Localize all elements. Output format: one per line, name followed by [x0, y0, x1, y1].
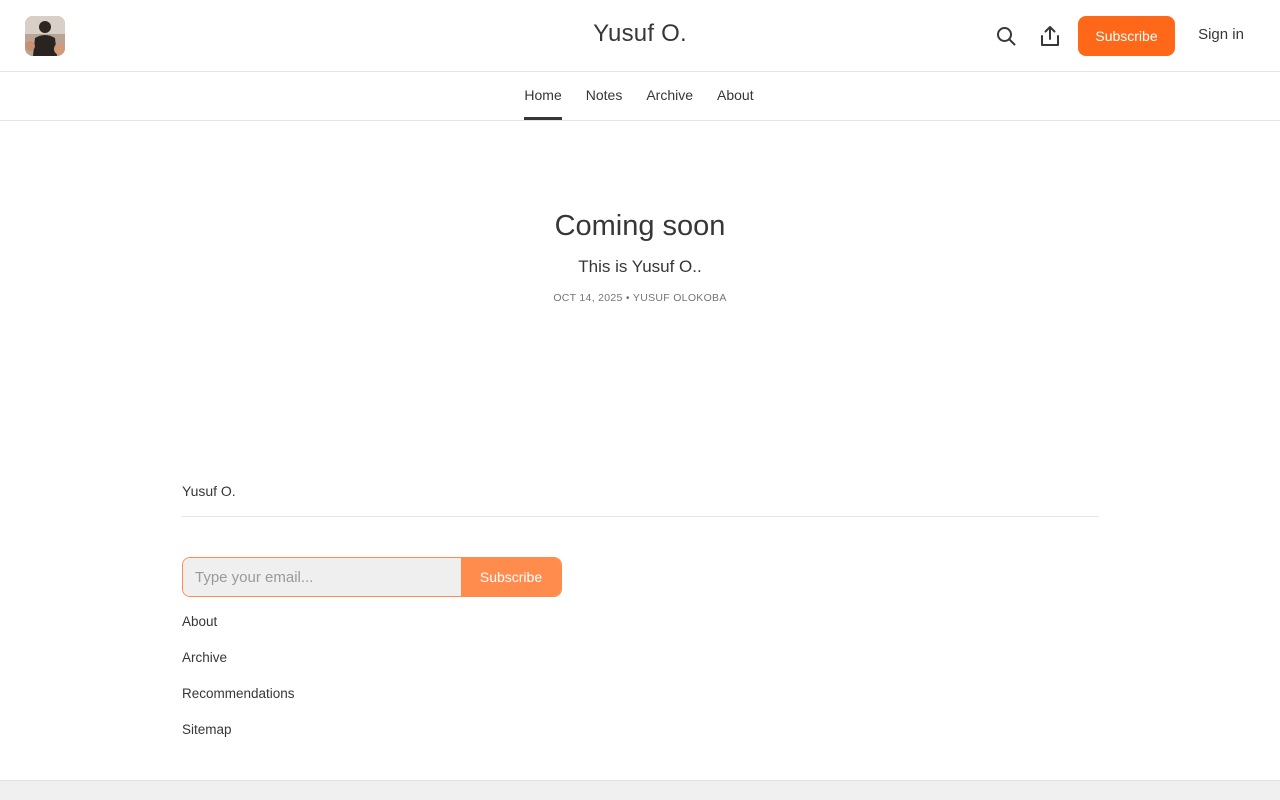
share-icon[interactable]: [1036, 22, 1064, 50]
subscribe-form: Subscribe: [182, 557, 562, 597]
subscribe-button[interactable]: Subscribe: [1078, 16, 1175, 56]
bottom-band: [0, 780, 1280, 800]
footer-link-about[interactable]: About: [182, 614, 295, 650]
nav-item-notes[interactable]: Notes: [586, 72, 623, 120]
nav-item-about[interactable]: About: [717, 72, 754, 120]
email-input[interactable]: [183, 558, 461, 596]
footer-site-name: Yusuf O.: [182, 483, 236, 499]
footer-subscribe-button[interactable]: Subscribe: [461, 558, 561, 596]
footer-links: About Archive Recommendations Sitemap: [182, 614, 295, 758]
nav-item-archive[interactable]: Archive: [646, 72, 693, 120]
footer-link-archive[interactable]: Archive: [182, 650, 295, 686]
sign-in-link[interactable]: Sign in: [1190, 26, 1252, 43]
page-title: Coming soon: [554, 210, 726, 242]
footer-link-recommendations[interactable]: Recommendations: [182, 686, 295, 722]
search-icon[interactable]: [992, 22, 1020, 50]
nav-item-home[interactable]: Home: [524, 72, 563, 120]
post-meta: OCT 14, 2025 • YUSUF OLOKOBA: [553, 292, 727, 304]
footer-link-sitemap[interactable]: Sitemap: [182, 722, 295, 758]
footer-divider: [182, 516, 1099, 517]
main-nav: Home Notes Archive About: [0, 72, 1280, 121]
site-header: Yusuf O. Subscribe Sign in: [0, 0, 1280, 72]
page-subtitle: This is Yusuf O..: [578, 257, 702, 276]
